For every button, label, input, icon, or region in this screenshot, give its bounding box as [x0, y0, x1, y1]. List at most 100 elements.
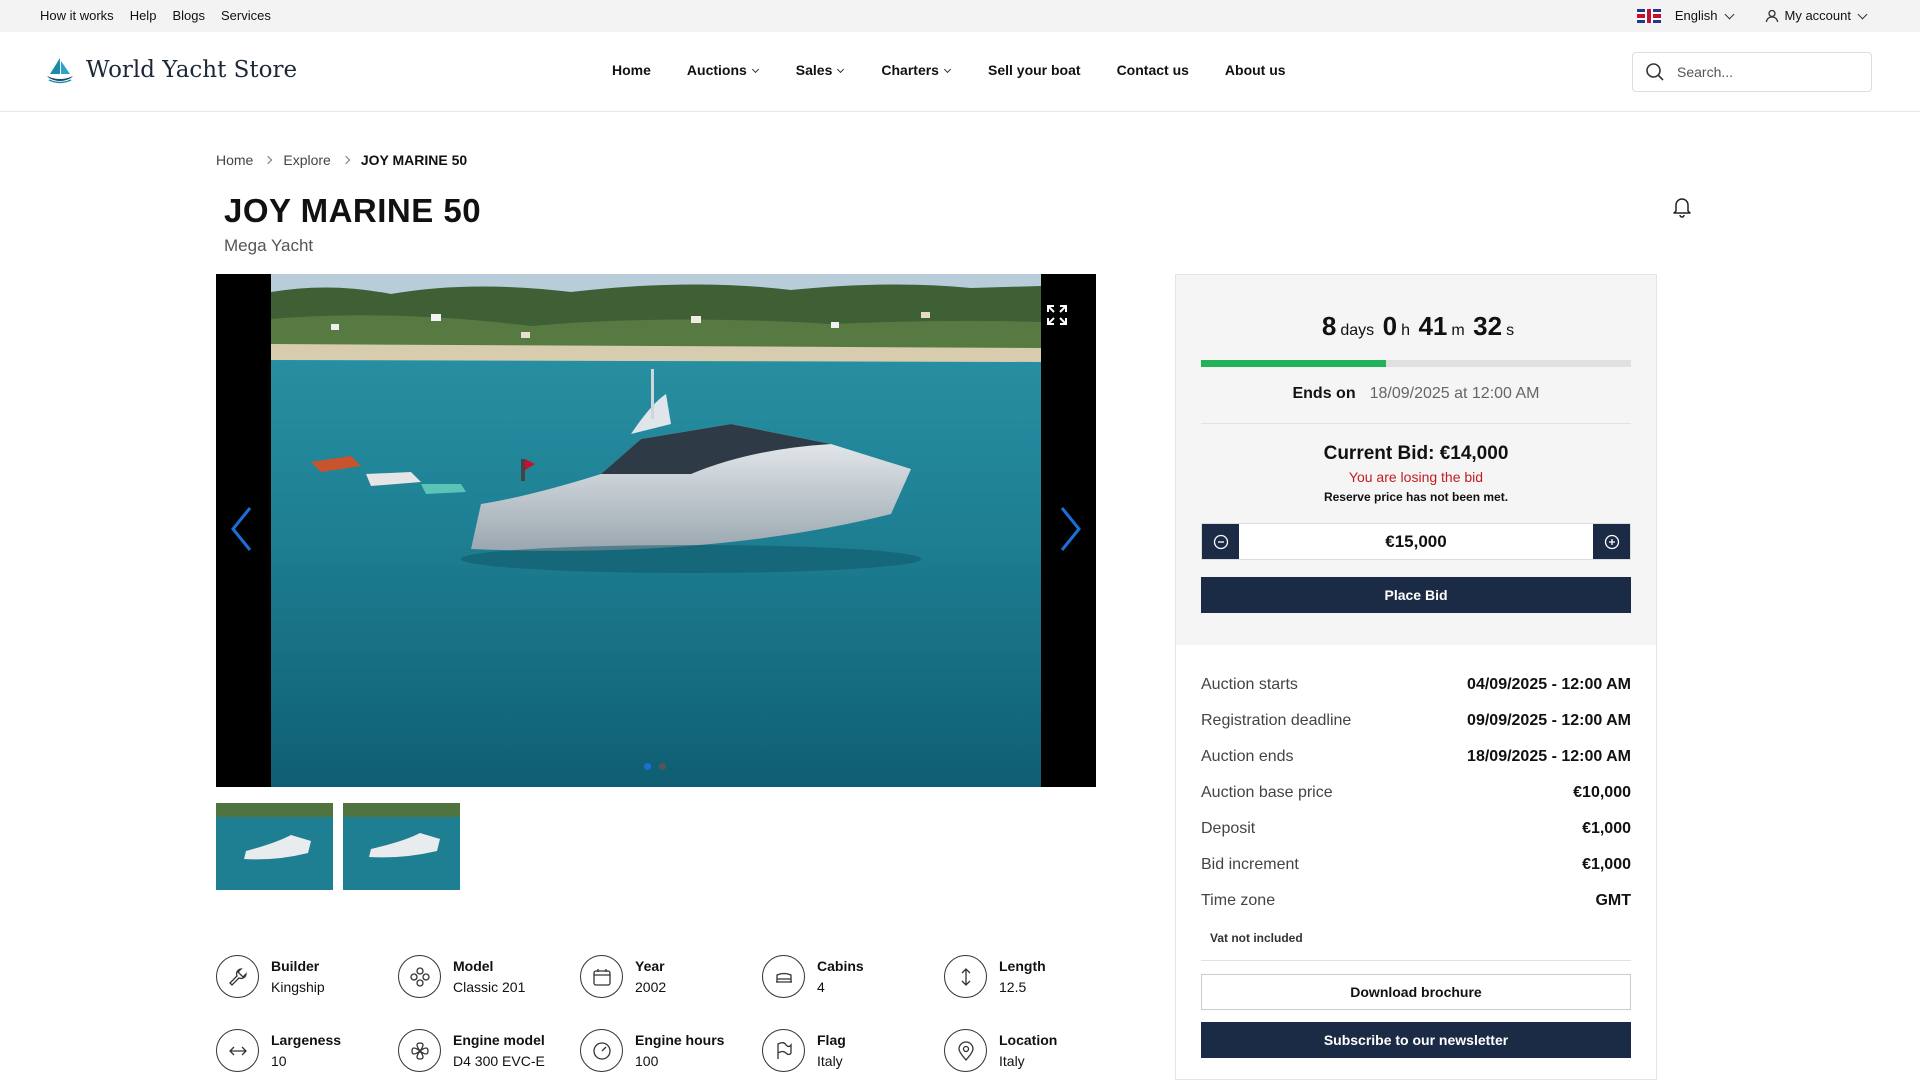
- countdown-hours: 0: [1382, 311, 1398, 341]
- search-input[interactable]: [1677, 64, 1857, 80]
- nav-sales-label: Sales: [795, 62, 833, 78]
- wrench-icon: [216, 955, 259, 998]
- ends-value: 18/09/2025 at 12:00 AM: [1369, 385, 1540, 402]
- minus-circle-icon: [1213, 534, 1228, 549]
- hours-unit: h: [1401, 322, 1410, 339]
- detail-row: Auction ends 18/09/2025 - 12:00 AM: [1201, 739, 1631, 775]
- spec-year: Year 2002: [580, 955, 666, 998]
- spec-value: D4 300 EVC-E: [453, 1053, 545, 1069]
- breadcrumb-explore[interactable]: Explore: [283, 152, 330, 168]
- language-label: English: [1674, 8, 1718, 23]
- account-label: My account: [1784, 8, 1851, 23]
- detail-value: €1,000: [1582, 856, 1631, 873]
- link-services[interactable]: Services: [221, 8, 271, 23]
- progress-fill: [1201, 360, 1386, 367]
- gallery-dot-1[interactable]: [644, 763, 651, 770]
- detail-value: 04/09/2025 - 12:00 AM: [1467, 676, 1631, 693]
- calendar-icon: [580, 955, 623, 998]
- nav-contact-us[interactable]: Contact us: [1117, 62, 1189, 78]
- brand-logo[interactable]: World Yacht Store: [44, 56, 297, 84]
- spec-length: Length 12.5: [944, 955, 1046, 998]
- fullscreen-icon[interactable]: [1046, 304, 1068, 326]
- spec-value: Classic 201: [453, 979, 526, 995]
- bid-box: 8 days 0h 41 m 32 s Ends on 18/09/2025 at 12…: [1176, 275, 1656, 645]
- location-pin-icon: [944, 1029, 987, 1072]
- search-icon[interactable]: [1645, 62, 1665, 82]
- nav-home-label: Home: [612, 62, 651, 78]
- detail-row: Deposit €1,000: [1201, 811, 1631, 847]
- nav-sales[interactable]: Sales: [796, 62, 846, 78]
- gallery-next-arrow-icon[interactable]: [1058, 504, 1084, 554]
- decrease-bid-button[interactable]: [1202, 524, 1239, 559]
- gallery-dots: [644, 763, 666, 770]
- spec-label: Flag: [817, 1032, 846, 1048]
- detail-key: Auction base price: [1201, 784, 1333, 801]
- gallery-prev-arrow-icon[interactable]: [228, 504, 254, 554]
- losing-bid-notice: You are losing the bid: [1348, 469, 1484, 485]
- current-bid: Current Bid: €14,000: [1323, 443, 1509, 464]
- divider: [1201, 960, 1631, 961]
- chevron-right-icon: [264, 155, 273, 165]
- spec-builder: Builder Kingship: [216, 955, 325, 998]
- spec-flag: Flag Italy: [762, 1029, 846, 1072]
- spec-value: Italy: [999, 1053, 1025, 1069]
- model-icon: [398, 955, 441, 998]
- spec-largeness: Largeness 10: [216, 1029, 341, 1072]
- yacht-logo-icon: [47, 58, 73, 84]
- vat-note: Vat not included: [1210, 931, 1303, 945]
- chevron-down-icon: [1724, 9, 1734, 19]
- detail-key: Auction starts: [1201, 676, 1298, 693]
- spec-label: Largeness: [271, 1032, 342, 1048]
- spec-value: 2002: [635, 979, 667, 995]
- place-bid-button[interactable]: Place Bid: [1201, 577, 1631, 613]
- main-menu: Home Auctions Sales Charters Sell your b…: [612, 62, 1286, 78]
- detail-key: Time zone: [1201, 892, 1276, 909]
- chevron-down-icon: [837, 65, 845, 74]
- detail-value: 18/09/2025 - 12:00 AM: [1467, 748, 1631, 765]
- main-navbar: World Yacht Store Home Auctions Sales Ch…: [0, 32, 1920, 112]
- brand-name: World Yacht Store: [86, 57, 298, 83]
- language-selector[interactable]: English: [1636, 8, 1737, 23]
- page-subtitle: Mega Yacht: [224, 236, 314, 255]
- countdown-seconds: 32: [1473, 311, 1503, 341]
- nav-sell-label: Sell your boat: [987, 62, 1081, 78]
- spec-cabins: Cabins 4: [762, 955, 864, 998]
- nav-about-us[interactable]: About us: [1225, 62, 1286, 78]
- download-brochure-button[interactable]: Download brochure: [1201, 974, 1631, 1010]
- spec-label: Year: [635, 958, 665, 974]
- account-menu[interactable]: My account: [1765, 8, 1870, 23]
- bid-stepper: [1201, 523, 1631, 560]
- gallery-dot-2[interactable]: [659, 763, 666, 770]
- spec-value: 4: [817, 979, 825, 995]
- increase-bid-button[interactable]: [1593, 524, 1630, 559]
- spec-value: 100: [635, 1053, 659, 1069]
- detail-row: Auction base price €10,000: [1201, 775, 1631, 811]
- length-icon: [944, 955, 987, 998]
- nav-auctions[interactable]: Auctions: [687, 62, 760, 78]
- auction-details: Auction starts 04/09/2025 - 12:00 AM Regi…: [1201, 667, 1631, 919]
- nav-home[interactable]: Home: [612, 62, 651, 78]
- nav-sell-your-boat[interactable]: Sell your boat: [988, 62, 1081, 78]
- chevron-down-icon: [943, 65, 952, 74]
- link-help[interactable]: Help: [130, 8, 157, 23]
- link-blogs[interactable]: Blogs: [172, 8, 205, 23]
- chevron-down-icon: [1857, 9, 1868, 19]
- subscribe-newsletter-button[interactable]: Subscribe to our newsletter: [1201, 1022, 1631, 1058]
- page-title: JOY MARINE 50: [224, 192, 482, 229]
- nav-charters[interactable]: Charters: [881, 62, 952, 78]
- gauge-icon: [580, 1029, 623, 1072]
- thumbnail-2[interactable]: [343, 803, 460, 890]
- thumbnail-1[interactable]: [216, 803, 333, 890]
- countdown-days: 8: [1321, 311, 1337, 341]
- reserve-notice: Reserve price has not been met.: [1323, 490, 1509, 504]
- breadcrumb-home[interactable]: Home: [216, 152, 253, 168]
- link-how-it-works[interactable]: How it works: [40, 8, 114, 23]
- detail-value: GMT: [1595, 892, 1631, 909]
- nav-contact-label: Contact us: [1116, 62, 1189, 78]
- bell-icon[interactable]: [1672, 196, 1692, 218]
- top-bar: How it works Help Blogs Services English…: [0, 0, 1920, 32]
- bid-amount-input[interactable]: [1239, 524, 1593, 559]
- spec-model: Model Classic 201: [398, 955, 525, 998]
- flag-icon: [762, 1029, 805, 1072]
- auction-panel: 8 days 0h 41 m 32 s Ends on 18/09/2025 at 12…: [1175, 274, 1657, 1080]
